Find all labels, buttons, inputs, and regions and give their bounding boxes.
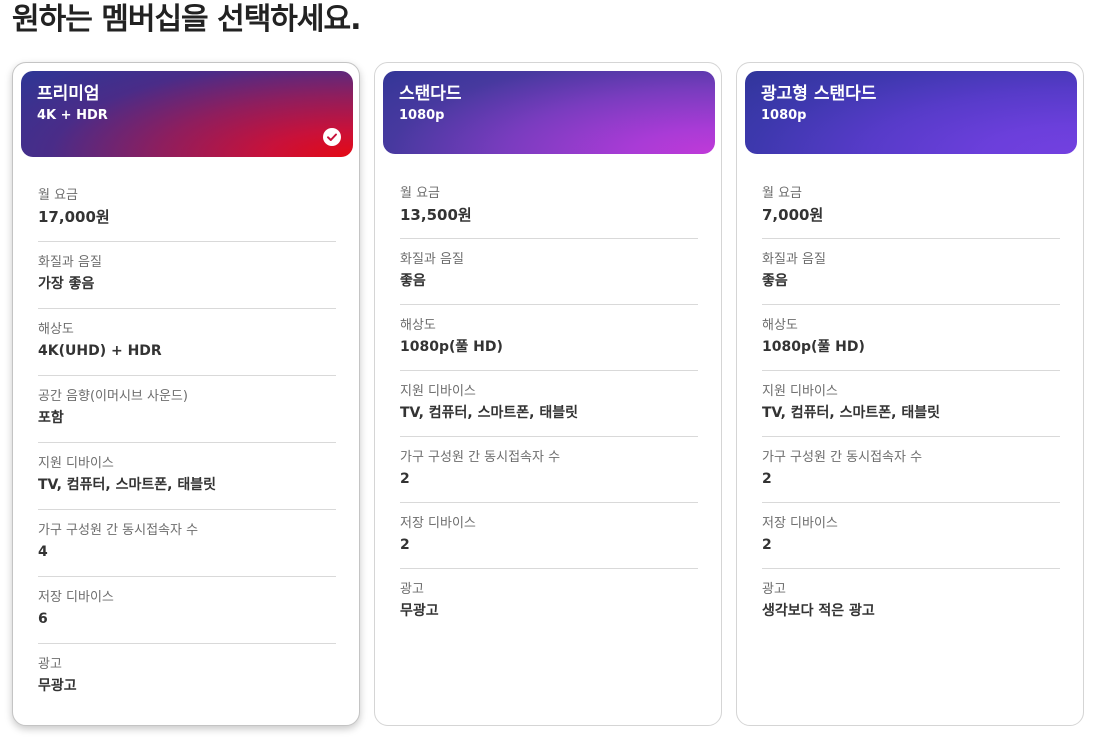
plan-header-standard-with-ads[interactable]: 광고형 스탠다드 1080p (745, 71, 1077, 154)
attribute-monthly-price: 월 요금 7,000원 (762, 173, 1060, 239)
attribute-value: 무광고 (400, 603, 439, 619)
attribute-label: 가구 구성원 간 동시접속자 수 (38, 523, 199, 538)
attribute-label: 월 요금 (38, 188, 79, 203)
attribute-label: 해상도 (762, 318, 798, 333)
attribute-label: 지원 디바이스 (400, 384, 476, 399)
attribute-label: 지원 디바이스 (762, 384, 838, 399)
attribute-label: 가구 구성원 간 동시접속자 수 (762, 450, 923, 465)
plan-name: 광고형 스탠다드 (761, 84, 877, 104)
attribute-concurrent-streams: 가구 구성원 간 동시접속자 수 4 (38, 510, 336, 577)
attribute-monthly-price: 월 요금 13,500원 (400, 173, 698, 239)
attribute-value: 13,500원 (400, 206, 472, 224)
plan-name: 스탠다드 (399, 84, 462, 104)
attribute-label: 월 요금 (762, 186, 803, 201)
plan-header-standard[interactable]: 스탠다드 1080p (383, 71, 715, 154)
attribute-ads: 광고 생각보다 적은 광고 (762, 569, 1060, 635)
attribute-resolution: 해상도 1080p(풀 HD) (762, 305, 1060, 371)
attribute-label: 광고 (400, 582, 424, 597)
attribute-download-devices: 저장 디바이스 2 (762, 503, 1060, 569)
attribute-value: 6 (38, 611, 48, 627)
plan-attribute-list: 월 요금 13,500원 화질과 음질 좋음 해상도 1080p(풀 HD) 지… (400, 173, 698, 635)
attribute-label: 광고 (38, 657, 62, 672)
attribute-label: 저장 디바이스 (400, 516, 476, 531)
attribute-label: 해상도 (400, 318, 436, 333)
plan-attribute-list: 월 요금 17,000원 화질과 음질 가장 좋음 해상도 4K(UHD) + … (38, 175, 336, 711)
attribute-download-devices: 저장 디바이스 2 (400, 503, 698, 569)
attribute-value: 17,000원 (38, 208, 110, 226)
plan-header-premium[interactable]: 프리미엄 4K + HDR (21, 71, 353, 157)
attribute-value: 4 (38, 544, 48, 560)
page-title: 원하는 멤버십을 선택하세요. (12, 2, 361, 37)
plan-resolution-badge: 1080p (399, 108, 445, 123)
attribute-label: 저장 디바이스 (762, 516, 838, 531)
plan-selector: 프리미엄 4K + HDR 월 요금 17,000원 화질과 음질 가장 좋음 … (12, 62, 1087, 728)
attribute-value: 가장 좋음 (38, 276, 95, 292)
attribute-supported-devices: 지원 디바이스 TV, 컴퓨터, 스마트폰, 태블릿 (38, 443, 336, 510)
attribute-quality: 화질과 음질 가장 좋음 (38, 242, 336, 309)
attribute-resolution: 해상도 4K(UHD) + HDR (38, 309, 336, 376)
attribute-concurrent-streams: 가구 구성원 간 동시접속자 수 2 (400, 437, 698, 503)
attribute-label: 저장 디바이스 (38, 590, 114, 605)
attribute-label: 화질과 음질 (400, 252, 464, 267)
attribute-value: 2 (762, 471, 772, 487)
plan-resolution-badge: 1080p (761, 108, 807, 123)
attribute-quality: 화질과 음질 좋음 (762, 239, 1060, 305)
attribute-value: 좋음 (762, 273, 788, 289)
plan-name: 프리미엄 (37, 84, 100, 104)
plan-resolution-badge: 4K + HDR (37, 108, 108, 123)
attribute-quality: 화질과 음질 좋음 (400, 239, 698, 305)
attribute-label: 공간 음향(이머시브 사운드) (38, 389, 188, 404)
attribute-value: TV, 컴퓨터, 스마트폰, 태블릿 (400, 405, 578, 421)
attribute-value: 2 (762, 537, 772, 553)
attribute-value: 2 (400, 537, 410, 553)
attribute-label: 지원 디바이스 (38, 456, 114, 471)
attribute-value: 포함 (38, 410, 64, 426)
attribute-value: TV, 컴퓨터, 스마트폰, 태블릿 (762, 405, 940, 421)
attribute-value: 2 (400, 471, 410, 487)
attribute-supported-devices: 지원 디바이스 TV, 컴퓨터, 스마트폰, 태블릿 (762, 371, 1060, 437)
attribute-label: 가구 구성원 간 동시접속자 수 (400, 450, 561, 465)
plan-attribute-list: 월 요금 7,000원 화질과 음질 좋음 해상도 1080p(풀 HD) 지원… (762, 173, 1060, 635)
attribute-supported-devices: 지원 디바이스 TV, 컴퓨터, 스마트폰, 태블릿 (400, 371, 698, 437)
plan-card-premium[interactable]: 프리미엄 4K + HDR 월 요금 17,000원 화질과 음질 가장 좋음 … (12, 62, 360, 726)
attribute-value: TV, 컴퓨터, 스마트폰, 태블릿 (38, 477, 216, 493)
attribute-ads: 광고 무광고 (38, 644, 336, 711)
attribute-download-devices: 저장 디바이스 6 (38, 577, 336, 644)
attribute-ads: 광고 무광고 (400, 569, 698, 635)
attribute-value: 무광고 (38, 678, 77, 694)
attribute-value: 1080p(풀 HD) (762, 339, 865, 355)
plan-card-standard-with-ads[interactable]: 광고형 스탠다드 1080p 월 요금 7,000원 화질과 음질 좋음 해상도… (736, 62, 1084, 726)
attribute-value: 4K(UHD) + HDR (38, 343, 162, 359)
attribute-label: 광고 (762, 582, 786, 597)
attribute-label: 월 요금 (400, 186, 441, 201)
attribute-value: 생각보다 적은 광고 (762, 603, 875, 619)
plan-card-standard[interactable]: 스탠다드 1080p 월 요금 13,500원 화질과 음질 좋음 해상도 10… (374, 62, 722, 726)
check-circle-icon (323, 128, 341, 146)
attribute-label: 해상도 (38, 322, 74, 337)
attribute-value: 좋음 (400, 273, 426, 289)
attribute-monthly-price: 월 요금 17,000원 (38, 175, 336, 242)
attribute-value: 7,000원 (762, 206, 824, 224)
attribute-label: 화질과 음질 (38, 255, 102, 270)
attribute-value: 1080p(풀 HD) (400, 339, 503, 355)
attribute-concurrent-streams: 가구 구성원 간 동시접속자 수 2 (762, 437, 1060, 503)
attribute-label: 화질과 음질 (762, 252, 826, 267)
attribute-resolution: 해상도 1080p(풀 HD) (400, 305, 698, 371)
attribute-spatial-audio: 공간 음향(이머시브 사운드) 포함 (38, 376, 336, 443)
